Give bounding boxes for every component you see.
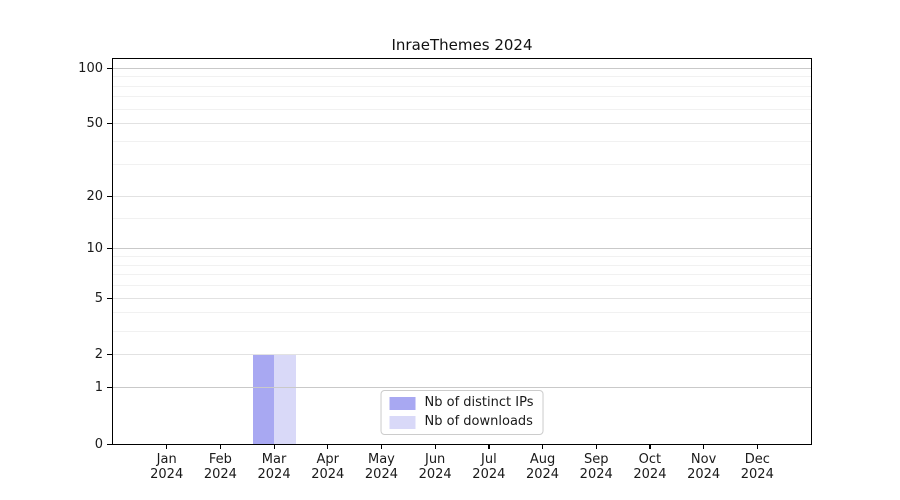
gridline-y-8 [113,264,811,266]
legend-label-0: Nb of distinct IPs [424,395,534,410]
gridline-y-5 [113,297,811,299]
y-tick-label-1: 1 [94,380,103,396]
gridline-y-30 [113,163,811,165]
x-tick-Jan [166,444,168,449]
gridline-y-2 [113,354,811,356]
legend-item-0: Nb of distinct IPs [389,395,534,411]
x-tick-Mar [273,444,275,449]
x-tick-Jun [434,444,436,449]
y-tick-10 [107,248,112,250]
gridline-y-80 [113,85,811,87]
legend-swatch-1 [389,415,416,429]
gridline-y-50 [113,123,811,125]
y-tick-label-10: 10 [86,241,103,257]
y-tick-label-50: 50 [86,116,103,132]
x-tick-Sep [595,444,597,449]
gridline-y-9 [113,255,811,257]
gridline-y-1 [113,387,811,389]
x-tick-May [380,444,383,449]
y-tick-5 [107,297,112,299]
gridline-y-15 [113,217,811,219]
gridline-y-70 [113,96,811,98]
x-tick-Nov [703,444,705,449]
gridline-y-20 [113,195,811,197]
x-tick-Apr [327,444,329,449]
y-tick-label-5: 5 [94,290,103,306]
legend-label-1: Nb of downloads [424,414,533,429]
y-tick-label-2: 2 [94,347,103,363]
gridline-y-40 [113,141,811,143]
y-tick-50 [107,123,112,125]
gridline-y-3 [113,330,811,332]
y-tick-100 [107,67,112,69]
gridlines-layer [113,59,811,444]
legend-item-1: Nb of downloads [389,414,534,430]
chart-figure: InraeThemes 2024 0 1 2 5 10 20 50 100 Jan 2024 F… [0,0,900,500]
x-tick-label-Dec: Dec 2024 [740,452,774,482]
gridline-y-10 [113,248,811,250]
y-tick-label-20: 20 [86,188,103,204]
legend-swatch-0 [389,396,416,410]
y-tick-label-100: 100 [78,60,103,76]
chart-title: InraeThemes 2024 [391,36,533,54]
y-tick-2 [107,354,112,356]
gridline-y-60 [113,108,811,110]
gridline-y-90 [113,76,811,78]
x-tick-Aug [542,444,544,449]
x-tick-Feb [219,444,222,449]
x-tick-Jul [488,444,490,449]
gridline-y-100 [113,67,811,69]
y-tick-0 [107,443,112,445]
legend: Nb of distinct IPs Nb of downloads [380,390,544,435]
plot-area [112,58,812,445]
gridline-y-4 [113,312,811,314]
y-tick-20 [107,195,112,197]
y-tick-label-0: 0 [94,436,103,452]
x-tick-Dec [756,444,758,449]
gridline-y-7 [113,274,811,276]
y-tick-1 [107,387,112,389]
x-tick-Oct [649,444,651,449]
gridline-y-6 [113,285,811,287]
